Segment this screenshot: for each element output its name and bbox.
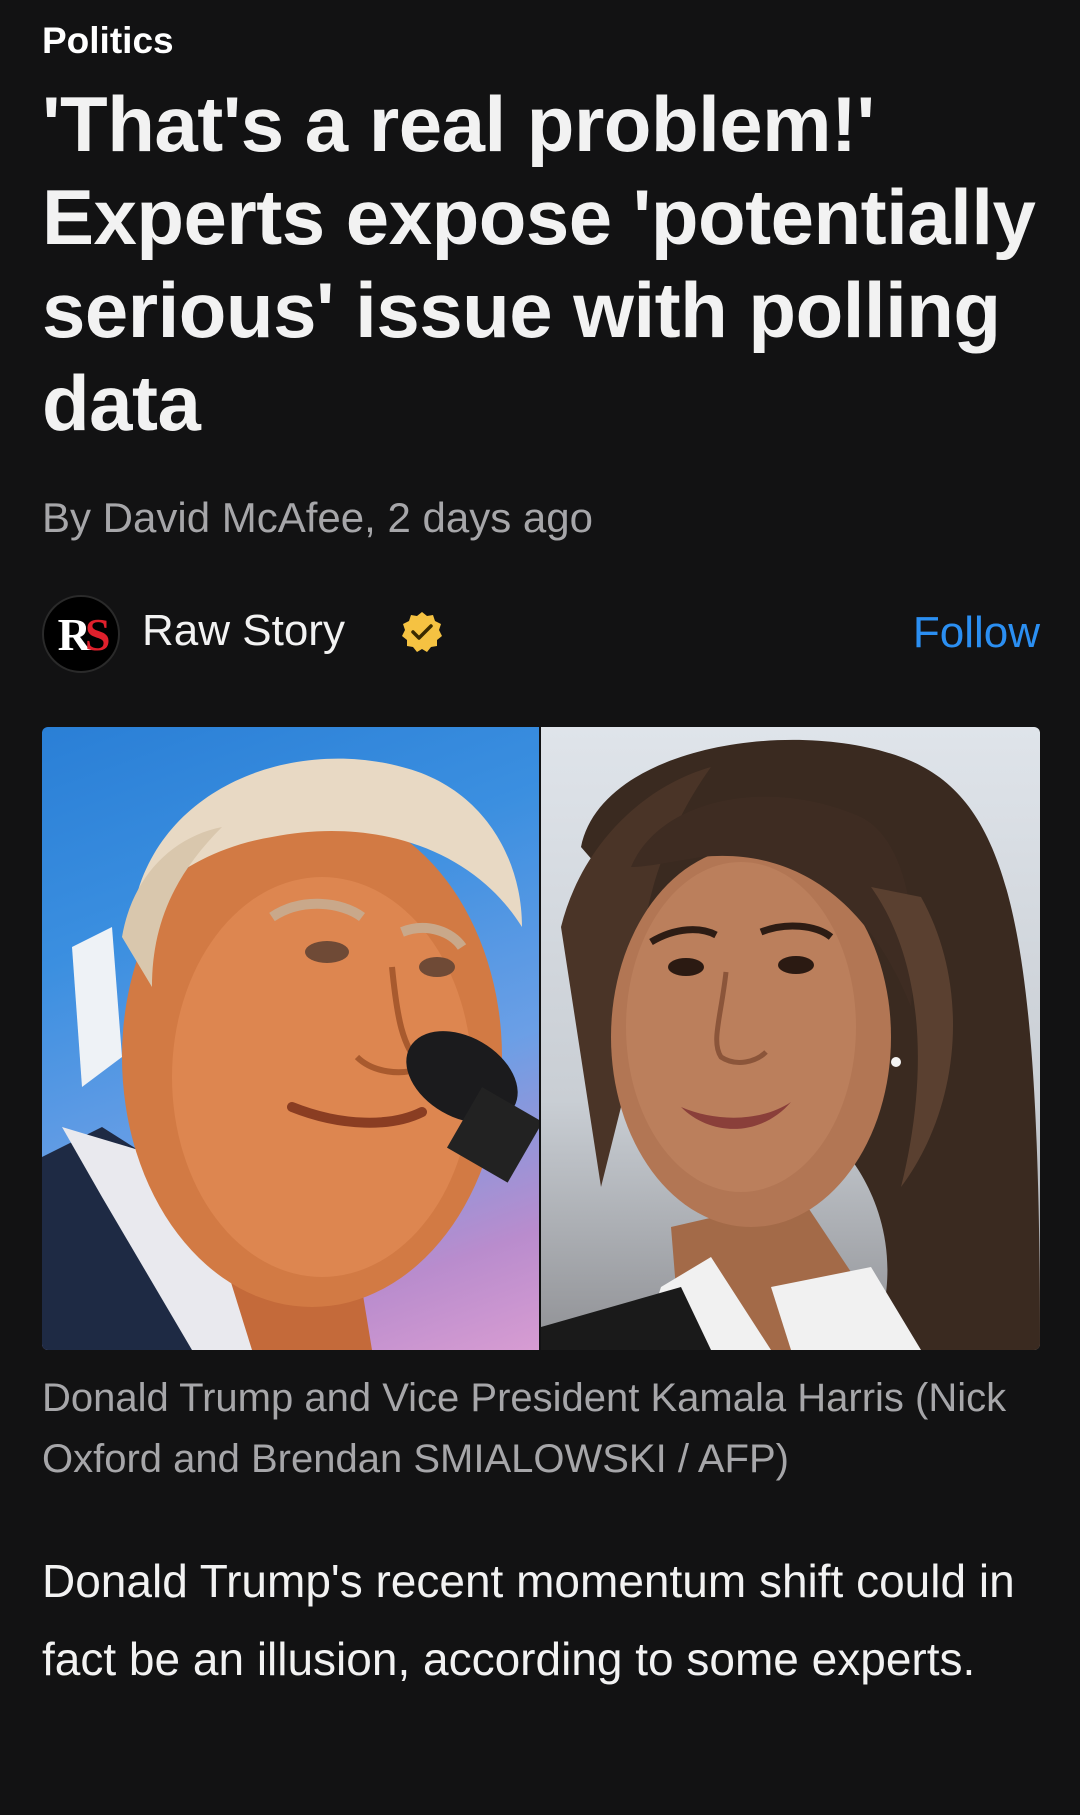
trump-portrait-illustration bbox=[42, 758, 539, 1350]
verified-badge-icon bbox=[402, 612, 442, 652]
article-hero-image[interactable] bbox=[42, 727, 1040, 1350]
harris-portrait-illustration bbox=[541, 739, 1040, 1350]
article-byline: By David McAfee, 2 days ago bbox=[42, 494, 593, 541]
photo-donald-trump bbox=[42, 727, 539, 1350]
source-name[interactable]: Raw Story bbox=[142, 606, 345, 656]
source-logo-letter-s: S bbox=[84, 608, 110, 660]
article-paragraph: Donald Trump's recent momentum shift cou… bbox=[42, 1555, 1015, 1685]
source-row: RS Raw Story Follow bbox=[42, 595, 1040, 675]
category-label[interactable]: Politics bbox=[42, 20, 174, 62]
photo-kamala-harris bbox=[541, 727, 1040, 1350]
article-headline: 'That's a real problem!' Experts expose … bbox=[42, 80, 1036, 447]
image-caption: Donald Trump and Vice President Kamala H… bbox=[42, 1376, 1007, 1481]
source-logo-letter-r: R bbox=[57, 608, 91, 660]
source-logo[interactable]: RS bbox=[42, 595, 120, 673]
follow-button[interactable]: Follow bbox=[913, 608, 1040, 658]
